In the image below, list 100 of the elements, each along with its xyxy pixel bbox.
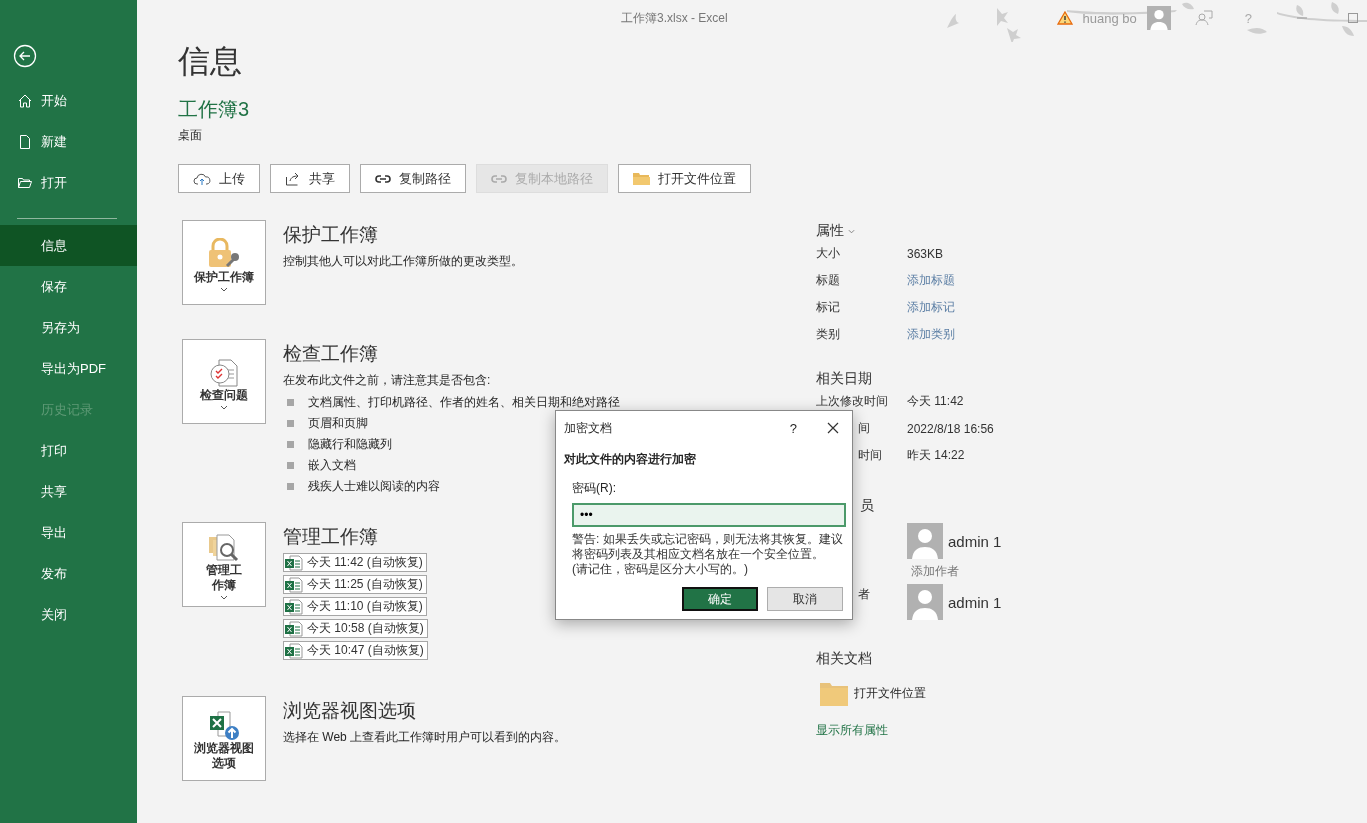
button-label: 管理工	[206, 563, 242, 578]
folder-icon	[633, 172, 650, 185]
sidebar-item[interactable]: 另存为	[0, 307, 137, 348]
password-field[interactable]: •••	[572, 503, 846, 527]
section-title: 浏览器视图选项	[283, 699, 417, 723]
sidebar-item-label: 打开	[41, 173, 67, 192]
property-link[interactable]: 添加标记	[907, 299, 955, 316]
property-link[interactable]: 添加类别	[907, 326, 955, 343]
sidebar-item[interactable]: 发布	[0, 553, 137, 594]
add-author-link[interactable]: 添加作者	[911, 563, 1076, 580]
sidebar-item-label: 新建	[41, 132, 67, 151]
sidebar-item[interactable]: 打开	[0, 162, 137, 203]
lock-key-icon	[207, 237, 241, 270]
section-heading: 员	[859, 497, 875, 515]
bullet-text: 隐藏行和隐藏列	[308, 435, 392, 453]
button-label: 浏览器视图	[194, 740, 254, 756]
sidebar-item-label: 打印	[41, 441, 67, 460]
sidebar-item-label: 导出为PDF	[41, 359, 106, 378]
sidebar-item-label: 历史记录	[41, 400, 93, 419]
sidebar-item-label: 发布	[41, 564, 67, 583]
property-link[interactable]: 添加标题	[907, 272, 955, 289]
show-all-properties-link[interactable]: 显示所有属性	[816, 722, 1076, 739]
version-item[interactable]: 今天 10:58 (自动恢复)	[283, 619, 428, 638]
excel-file-icon	[285, 576, 303, 593]
section-button[interactable]: 管理工 作簿	[182, 522, 266, 607]
document-icon	[17, 133, 33, 150]
sidebar-item[interactable]: 开始	[0, 80, 137, 121]
avatar-icon	[907, 523, 943, 559]
action-button[interactable]: 打开文件位置	[618, 164, 751, 193]
excel-file-icon	[285, 598, 303, 615]
property-value: 363KB	[907, 246, 944, 261]
section-heading: 相关日期	[816, 370, 873, 388]
bullet-icon	[287, 419, 294, 427]
page-heading: 信息	[178, 42, 243, 81]
checklist-document-icon	[209, 357, 239, 388]
excel-web-icon	[208, 710, 240, 741]
bullet-icon	[287, 440, 294, 448]
property-label: 标记	[816, 299, 841, 316]
version-item[interactable]: 今天 11:10 (自动恢复)	[283, 597, 427, 616]
section-button[interactable]: 检查问题	[182, 339, 266, 424]
version-item[interactable]: 今天 11:42 (自动恢复)	[283, 553, 427, 572]
sidebar-item[interactable]: 导出	[0, 512, 137, 553]
window-title: 工作簿3.xlsx - Excel	[621, 10, 728, 27]
sidebar-item[interactable]: 打印	[0, 430, 137, 471]
action-button[interactable]: 上传	[178, 164, 260, 193]
section-button[interactable]: 浏览器视图 选项	[182, 696, 266, 781]
close-icon[interactable]	[827, 422, 839, 434]
sidebar-item-label: 开始	[41, 91, 67, 110]
button-label: 作簿	[212, 578, 236, 593]
properties-heading[interactable]: 属性	[816, 222, 1076, 240]
section-heading: 相关文档	[816, 650, 873, 668]
help-button[interactable]: ?	[789, 420, 797, 436]
property-label: 时间	[858, 447, 883, 464]
property-label: 类别	[816, 326, 841, 343]
link-icon	[375, 173, 391, 184]
button-label: 保护工作簿	[194, 269, 254, 285]
property-label: 者	[858, 586, 871, 603]
sidebar-item[interactable]: 关闭	[0, 594, 137, 635]
excel-file-icon	[285, 642, 303, 659]
property-value: 2022/8/18 16:56	[907, 421, 994, 436]
file-location: 桌面	[178, 127, 203, 144]
sidebar-item-label: 另存为	[41, 318, 80, 337]
section-title: 管理工作簿	[283, 525, 379, 549]
warning-icon[interactable]	[1056, 11, 1073, 25]
chevron-down-icon	[220, 286, 228, 292]
property-label: 间	[858, 420, 871, 437]
excel-file-icon	[285, 620, 303, 637]
sidebar-item[interactable]: 新建	[0, 121, 137, 162]
home-icon	[17, 92, 33, 109]
action-button[interactable]: 共享	[270, 164, 350, 193]
bullet-icon	[287, 482, 294, 490]
documents-search-icon	[207, 533, 241, 563]
link-icon	[491, 173, 507, 184]
version-item[interactable]: 今天 11:25 (自动恢复)	[283, 575, 427, 594]
avatar-icon	[907, 584, 943, 620]
sidebar-item[interactable]: 信息	[0, 225, 137, 266]
chevron-down-icon	[220, 404, 228, 410]
dialog-button[interactable]: 确定	[682, 587, 758, 611]
sidebar-item[interactable]: 保存	[0, 266, 137, 307]
section-button[interactable]: 保护工作簿	[182, 220, 266, 305]
action-button[interactable]: 复制路径	[360, 164, 466, 193]
maximize-icon[interactable]	[1348, 12, 1359, 24]
related-document-link[interactable]: 打开文件位置	[820, 680, 1076, 706]
sidebar-item-label: 关闭	[41, 605, 67, 624]
section-title: 保护工作簿	[283, 223, 379, 247]
bullet-icon	[287, 461, 294, 469]
version-item[interactable]: 今天 10:47 (自动恢复)	[283, 641, 428, 660]
chevron-down-icon	[848, 228, 855, 234]
bullet-text: 页眉和页脚	[308, 414, 368, 432]
sidebar-item[interactable]: 共享	[0, 471, 137, 512]
bullet-text: 文档属性、打印机路径、作者的姓名、相关日期和绝对路径	[308, 393, 620, 411]
dialog-button[interactable]: 取消	[767, 587, 843, 611]
bullet-text: 残疾人士难以阅读的内容	[308, 477, 440, 495]
section-title: 检查工作簿	[283, 342, 379, 366]
dialog-title: 加密文档	[564, 419, 613, 437]
sidebar-item-label: 共享	[41, 482, 67, 501]
field-label: 密码(R):	[572, 480, 617, 497]
sidebar-item[interactable]: 导出为PDF	[0, 348, 137, 389]
excel-file-icon	[285, 554, 303, 571]
chevron-down-icon	[220, 595, 228, 600]
